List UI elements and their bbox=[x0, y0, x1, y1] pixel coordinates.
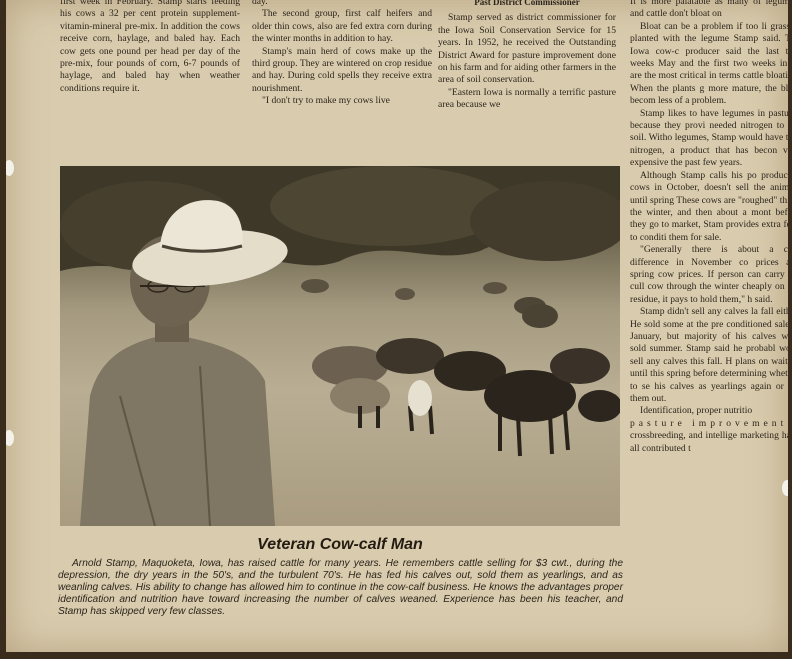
column-4-paragraph: Bloat can be a problem if too li grass i… bbox=[630, 20, 788, 107]
column-3-paragraph: "Eastern Iowa is normally a terrific pas… bbox=[438, 86, 616, 111]
column-4-tail: crossbreeding, and intellige marketing h… bbox=[630, 430, 788, 454]
photo-illustration bbox=[60, 166, 620, 526]
photo-farmer-with-cattle bbox=[60, 166, 620, 526]
punch-hole bbox=[782, 480, 788, 496]
column-2-paragraph: Stamp's main herd of cows make up the th… bbox=[252, 45, 432, 94]
article-column-4: It is more palatable as many of legumes,… bbox=[630, 0, 788, 652]
column-1-paragraph: first week in February. Stamp starts fee… bbox=[60, 0, 240, 94]
column-4-paragraph: Identification, proper nutritio bbox=[640, 405, 753, 417]
punch-hole bbox=[6, 160, 14, 176]
photo-caption: Arnold Stamp, Maquoketa, Iowa, has raise… bbox=[58, 558, 623, 617]
column-2-paragraph: "I don't try to make my cows live bbox=[262, 95, 390, 107]
article-column-2: day. The second group, first calf heifer… bbox=[252, 0, 432, 146]
punch-hole bbox=[6, 430, 14, 446]
column-2-top-word: day. bbox=[252, 0, 268, 7]
column-4-paragraph: Stamp likes to have legumes in pastures … bbox=[630, 107, 788, 169]
column-4-paragraph: Stamp didn't sell any calves la fall eit… bbox=[630, 306, 788, 404]
column-4-paragraph: "Generally there is about a cwt. differe… bbox=[630, 244, 788, 305]
column-4-spaced-line: pasture improvement bbox=[630, 417, 788, 429]
column-3-subheading: Past District Commissioner bbox=[474, 0, 580, 7]
column-4-paragraph: Although Stamp calls his po producing co… bbox=[630, 169, 788, 243]
newspaper-page: first week in February. Stamp starts fee… bbox=[6, 0, 788, 652]
column-3-paragraph: Stamp served as district commissioner fo… bbox=[438, 12, 616, 86]
column-4-paragraph: It is more palatable as many of legumes,… bbox=[630, 0, 788, 20]
photo-caption-title: Veteran Cow-calf Man bbox=[257, 536, 423, 553]
article-column-1: first week in February. Stamp starts fee… bbox=[60, 0, 240, 146]
column-2-paragraph: The second group, first calf heifers and… bbox=[252, 8, 432, 45]
article-column-3: Past District Commissioner Stamp served … bbox=[438, 0, 616, 146]
